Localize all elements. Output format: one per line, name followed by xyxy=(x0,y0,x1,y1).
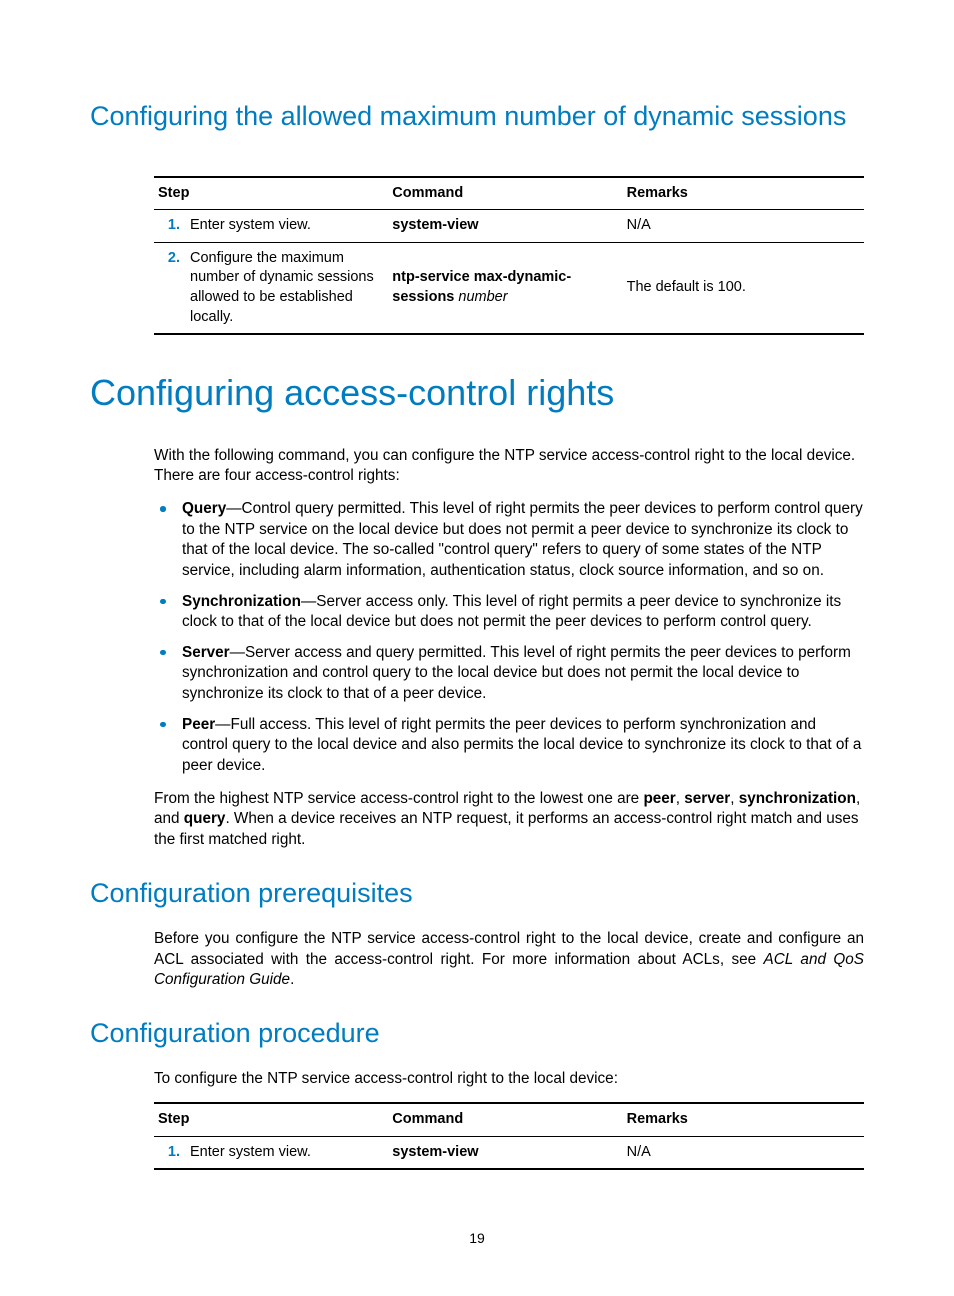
table-header: Step xyxy=(154,177,388,210)
section-heading-procedure: Configuration procedure xyxy=(90,1015,864,1051)
remarks-text: N/A xyxy=(623,1136,864,1169)
summary-paragraph: From the highest NTP service access-cont… xyxy=(154,789,864,851)
table-row: 1. Enter system view. system-view N/A xyxy=(154,1136,864,1169)
table-header: Remarks xyxy=(623,177,864,210)
section-heading-max-dynamic: Configuring the allowed maximum number o… xyxy=(90,100,864,134)
list-item: Query—Control query permitted. This leve… xyxy=(154,499,864,582)
table-header: Step xyxy=(154,1103,388,1136)
list-item: Server—Server access and query permitted… xyxy=(154,643,864,705)
step-number: 2. xyxy=(158,249,180,269)
remarks-text: N/A xyxy=(623,210,864,243)
table-procedure: Step Command Remarks 1. Enter system view… xyxy=(154,1102,864,1170)
step-number: 1. xyxy=(158,216,180,236)
procedure-intro: To configure the NTP service access-cont… xyxy=(154,1069,864,1090)
intro-paragraph: With the following command, you can conf… xyxy=(154,446,864,487)
list-item: Peer—Full access. This level of right pe… xyxy=(154,715,864,777)
remarks-text: The default is 100. xyxy=(623,242,864,334)
table-header: Command xyxy=(388,177,622,210)
section-heading-prerequisites: Configuration prerequisites xyxy=(90,875,864,911)
list-item: Synchronization—Server access only. This… xyxy=(154,592,864,633)
step-number: 1. xyxy=(158,1143,180,1163)
step-text: Configure the maximum number of dynamic … xyxy=(190,249,378,327)
table-header: Remarks xyxy=(623,1103,864,1136)
table-header: Command xyxy=(388,1103,622,1136)
command-text: system-view xyxy=(392,217,478,233)
page-number: 19 xyxy=(0,1229,954,1248)
step-text: Enter system view. xyxy=(190,1143,378,1163)
prereq-paragraph: Before you configure the NTP service acc… xyxy=(154,929,864,991)
rights-list: Query—Control query permitted. This leve… xyxy=(154,499,864,777)
table-max-dynamic: Step Command Remarks 1. Enter system view… xyxy=(154,176,864,335)
table-row: 2. Configure the maximum number of dynami… xyxy=(154,242,864,334)
command-arg: number xyxy=(458,289,507,305)
section-heading-access-control: Configuring access-control rights xyxy=(90,369,864,418)
command-text: system-view xyxy=(392,1144,478,1160)
table-row: 1. Enter system view. system-view N/A xyxy=(154,210,864,243)
step-text: Enter system view. xyxy=(190,216,378,236)
